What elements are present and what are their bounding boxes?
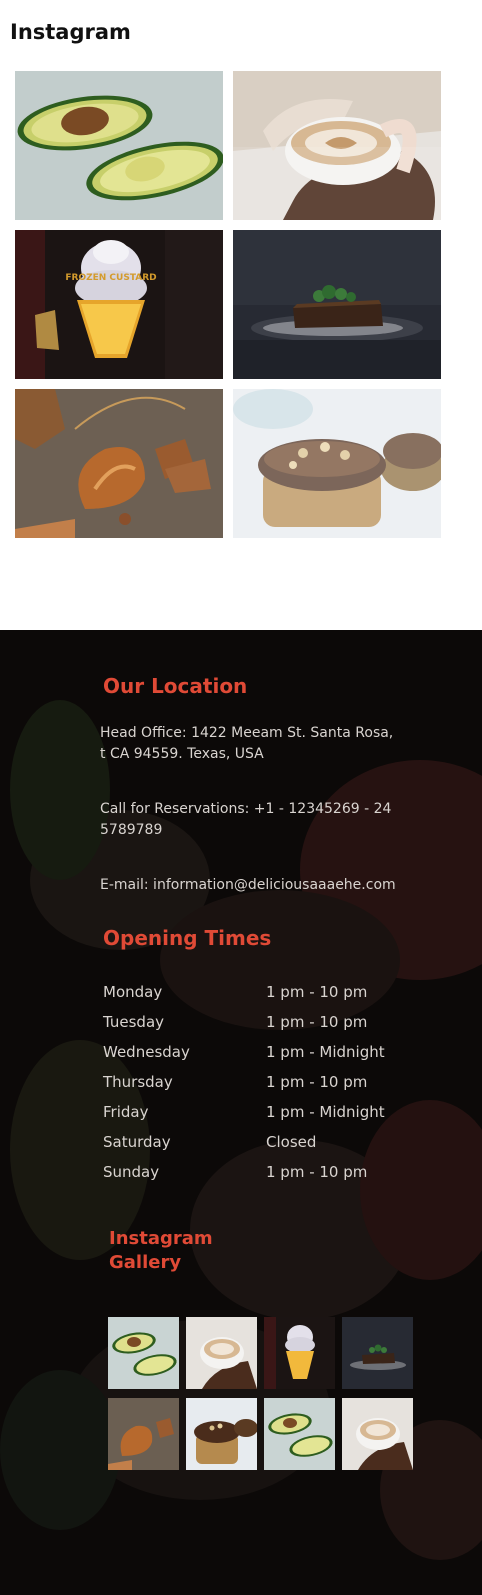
brownie-image [342, 1317, 413, 1389]
avocado-image [264, 1398, 335, 1470]
instagram-title: Instagram [10, 20, 131, 44]
gallery-thumb-brownie[interactable] [342, 1317, 413, 1389]
croissant-image [15, 389, 223, 538]
site-footer: Our Location Head Office: 1422 Meeam St.… [0, 630, 482, 1595]
gallery-thumb-croissant[interactable] [108, 1398, 179, 1470]
hours-time: 1 pm - Midnight [266, 1103, 385, 1121]
gallery-thumb-frozen-custard[interactable] [264, 1317, 335, 1389]
hours-time: 1 pm - 10 pm [266, 983, 368, 1001]
instagram-gallery-heading-line1: Instagram [109, 1228, 213, 1249]
phone-line-1: Call for Reservations: +1 - 12345269 - 2… [100, 801, 392, 817]
instagram-tile-frozen-custard[interactable]: FROZEN CUSTARD [15, 230, 223, 379]
address-line-2: t CA 94559. Texas, USA [100, 746, 264, 762]
donut-cake-image [186, 1398, 257, 1470]
hours-row-wednesday: Wednesday 1 pm - Midnight [103, 1043, 403, 1065]
hours-row-tuesday: Tuesday 1 pm - 10 pm [103, 1013, 403, 1035]
croissant-image [108, 1398, 179, 1470]
hours-day: Monday [103, 983, 163, 1001]
opening-times-heading: Opening Times [103, 926, 272, 950]
hours-day: Wednesday [103, 1043, 190, 1061]
gallery-thumb-avocado-2[interactable] [264, 1398, 335, 1470]
instagram-tile-croissant[interactable] [15, 389, 223, 538]
gallery-thumb-latte-2[interactable] [342, 1398, 413, 1470]
latte-image [233, 71, 441, 220]
hours-day: Sunday [103, 1163, 160, 1181]
email-link[interactable]: E-mail: information@deliciousaaaehe.com [100, 875, 396, 896]
hours-row-monday: Monday 1 pm - 10 pm [103, 983, 403, 1005]
avocado-image [108, 1317, 179, 1389]
hours-time: 1 pm - 10 pm [266, 1013, 368, 1031]
ice-cream-sign-image [264, 1317, 335, 1389]
hours-row-saturday: Saturday Closed [103, 1133, 403, 1155]
hours-row-friday: Friday 1 pm - Midnight [103, 1103, 403, 1125]
avocado-image [15, 71, 223, 220]
hours-day: Thursday [103, 1073, 173, 1091]
gallery-thumb-donut-cake[interactable] [186, 1398, 257, 1470]
instagram-tile-donut-cake[interactable] [233, 389, 441, 538]
donut-cake-image [233, 389, 441, 538]
our-location-heading: Our Location [103, 674, 248, 698]
hours-time: 1 pm - 10 pm [266, 1073, 368, 1091]
address-line-1: Head Office: 1422 Meeam St. Santa Rosa, [100, 725, 394, 741]
latte-image [342, 1398, 413, 1470]
hours-time: Closed [266, 1133, 317, 1151]
hours-time: 1 pm - 10 pm [266, 1163, 368, 1181]
hours-day: Friday [103, 1103, 149, 1121]
instagram-tile-avocado[interactable] [15, 71, 223, 220]
instagram-tile-brownie[interactable] [233, 230, 441, 379]
brownie-image [233, 230, 441, 379]
gallery-thumb-latte[interactable] [186, 1317, 257, 1389]
sign-text-frozen: FROZEN CUSTARD [65, 273, 156, 283]
hours-row-sunday: Sunday 1 pm - 10 pm [103, 1163, 403, 1185]
gallery-thumb-avocado[interactable] [108, 1317, 179, 1389]
hours-day: Saturday [103, 1133, 171, 1151]
instagram-gallery-heading-line2: Gallery [109, 1252, 182, 1273]
latte-image [186, 1317, 257, 1389]
instagram-tile-latte[interactable] [233, 71, 441, 220]
phone-line-2: 5789789 [100, 822, 163, 838]
hours-day: Tuesday [103, 1013, 165, 1031]
ice-cream-sign-image: FROZEN CUSTARD [15, 230, 223, 379]
hours-time: 1 pm - Midnight [266, 1043, 385, 1061]
hours-row-thursday: Thursday 1 pm - 10 pm [103, 1073, 403, 1095]
